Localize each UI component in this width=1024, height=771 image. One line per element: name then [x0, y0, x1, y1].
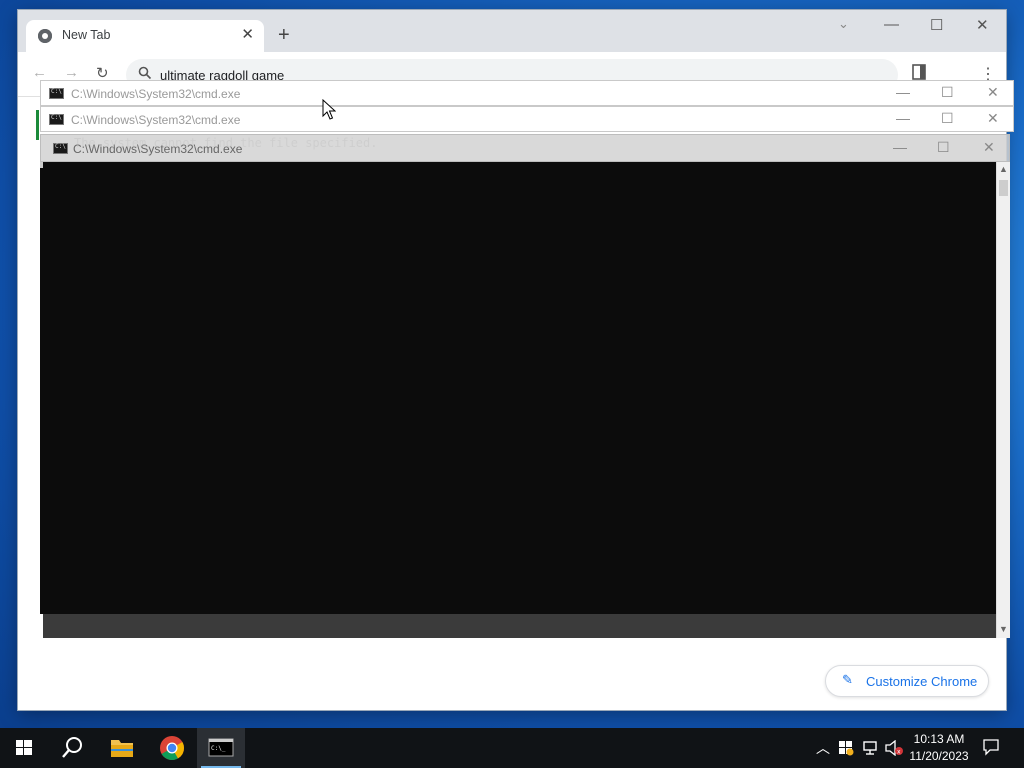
mouse-cursor-icon	[322, 99, 336, 120]
cmd-minimize-button[interactable]: —	[896, 110, 910, 126]
page-edge-accent	[36, 110, 39, 140]
volume-muted-icon[interactable]: x	[885, 740, 903, 756]
cmd-window-2[interactable]: C:\Windows\System32\cmd.exe — ☐ ✕	[40, 106, 1014, 132]
tab-title: New Tab	[62, 28, 111, 42]
scroll-thumb[interactable]	[999, 180, 1008, 196]
cmd-icon	[49, 88, 64, 99]
cmd-icon	[53, 143, 68, 154]
cmd-window-1[interactable]: C:\Windows\System32\cmd.exe — ☐ ✕	[40, 80, 1014, 106]
chrome-taskbar-button[interactable]	[148, 728, 196, 768]
scroll-up-icon[interactable]: ▲	[999, 164, 1008, 174]
cmd-title: C:\Windows\System32\cmd.exe	[71, 113, 241, 127]
cmd-close-button[interactable]: ✕	[987, 84, 999, 101]
cmd-maximize-button[interactable]: ☐	[941, 84, 954, 101]
close-button[interactable]: ✕	[976, 16, 989, 34]
cmd-close-button[interactable]: ✕	[987, 110, 999, 127]
cmd-title-bar[interactable]: C:\Windows\System32\cmd.exe — ☐ ✕	[40, 80, 1014, 106]
cmd-title: C:\Windows\System32\cmd.exe	[71, 87, 241, 101]
customize-chrome-label: Customize Chrome	[866, 674, 978, 689]
notifications-icon[interactable]	[982, 738, 1000, 756]
minimize-button[interactable]: —	[884, 16, 899, 33]
chrome-icon	[160, 736, 184, 761]
back-icon[interactable]: ←	[32, 64, 47, 81]
cmd-icon	[49, 114, 64, 125]
tab-search-icon[interactable]: ⌄	[838, 16, 849, 32]
taskbar: C:\_ ︿ x 10:13 AM 11/20/2023	[0, 728, 1024, 768]
search-button[interactable]	[48, 728, 96, 768]
network-icon[interactable]	[862, 740, 880, 756]
console-scrollbar[interactable]: ▲ ▼	[996, 162, 1010, 638]
search-icon	[138, 66, 152, 80]
folder-icon	[111, 740, 133, 757]
chrome-favicon-icon	[38, 29, 52, 43]
cmd-window-3[interactable]: C:\Windows\System32\cmd.exe — ☐ ✕ The sy…	[40, 134, 1010, 640]
clock-time: 10:13 AM	[913, 732, 965, 746]
clock-date: 11/20/2023	[909, 749, 969, 763]
console-caret	[40, 162, 43, 168]
tab-strip: New Tab ✕ + ⌄ — ☐ ✕	[18, 10, 1006, 52]
console-text: The system cannot find the file specifie…	[74, 136, 378, 150]
svg-text:x: x	[897, 749, 901, 756]
system-clock[interactable]: 10:13 AM 11/20/2023	[906, 731, 972, 765]
customize-chrome-button[interactable]: ✎ Customize Chrome	[825, 665, 989, 697]
security-icon[interactable]	[838, 740, 854, 756]
forward-icon[interactable]: →	[64, 64, 79, 81]
file-explorer-button[interactable]	[98, 728, 146, 768]
console-bottom-strip	[43, 614, 996, 638]
pencil-icon: ✎	[842, 672, 853, 687]
tab-close-icon[interactable]: ✕	[241, 26, 254, 44]
cmd-maximize-button[interactable]: ☐	[941, 110, 954, 127]
windows-logo-icon	[16, 740, 32, 755]
tab-new-tab[interactable]: New Tab ✕	[26, 20, 264, 52]
start-button[interactable]	[0, 728, 48, 768]
svg-text:C:\_: C:\_	[211, 745, 226, 752]
scroll-down-icon[interactable]: ▼	[999, 624, 1008, 634]
side-panel-icon[interactable]	[912, 64, 926, 80]
cmd-title-bar[interactable]: C:\Windows\System32\cmd.exe — ☐ ✕	[40, 106, 1014, 132]
maximize-button[interactable]: ☐	[930, 16, 943, 34]
terminal-icon: C:\_	[208, 738, 234, 757]
cmd-minimize-button[interactable]: —	[896, 84, 910, 100]
cmd-taskbar-button[interactable]: C:\_	[197, 728, 245, 768]
new-tab-button[interactable]: +	[278, 25, 290, 45]
console-output[interactable]	[40, 162, 996, 614]
cmd-maximize-button[interactable]: ☐	[937, 139, 950, 156]
search-icon	[62, 737, 82, 758]
cmd-minimize-button[interactable]: —	[893, 139, 907, 155]
cmd-close-button[interactable]: ✕	[983, 139, 995, 156]
tray-chevron-icon[interactable]: ︿	[816, 738, 830, 758]
